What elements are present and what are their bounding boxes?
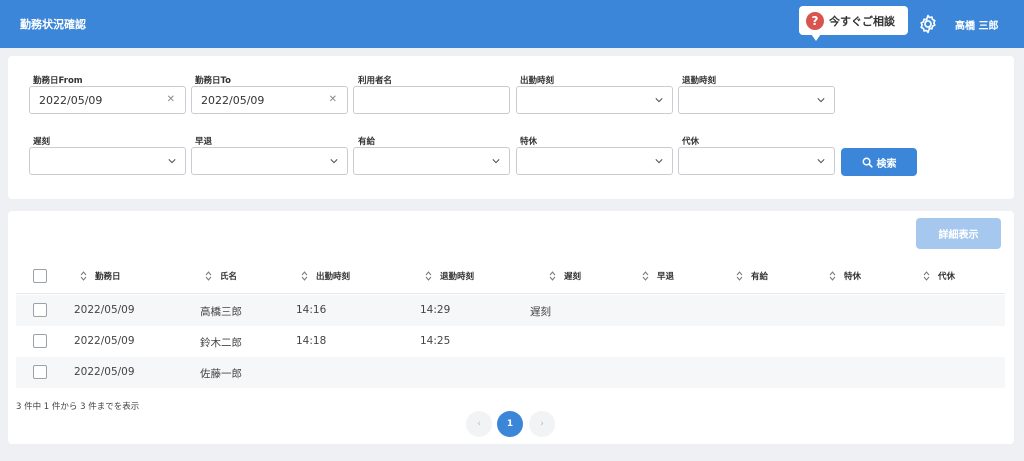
clock-out-label: 退勤時刻 — [682, 76, 717, 86]
special-leave-label: 特休 — [520, 137, 538, 147]
column-header-label: 代休 — [938, 272, 956, 282]
late-label: 遅刻 — [33, 137, 51, 147]
sort-icon — [425, 271, 432, 281]
chevron-down-icon — [817, 98, 825, 103]
date-from-value: 2022/05/09 — [39, 93, 103, 107]
clear-icon[interactable]: ✕ — [167, 94, 175, 105]
clear-icon[interactable]: ✕ — [329, 94, 337, 105]
column-header-label: 有給 — [751, 272, 769, 282]
table-row[interactable]: 2022/05/09 佐藤一郎 — [16, 357, 1005, 388]
sort-icon — [205, 271, 212, 281]
chevron-down-icon — [168, 159, 176, 164]
column-header-date[interactable]: 勤務日 — [80, 270, 121, 282]
result-count-text: 3 件中 1 件から 3 件までを表示 — [16, 402, 140, 412]
cell-name: 佐藤一郎 — [200, 368, 242, 380]
chevron-down-icon — [655, 98, 663, 103]
date-to-input[interactable]: 2022/05/09 ✕ — [191, 86, 348, 114]
user-name-input[interactable] — [353, 86, 510, 114]
gear-icon[interactable] — [917, 13, 939, 35]
cell-clock-out: 14:29 — [420, 304, 451, 316]
search-filter-panel — [8, 56, 1014, 199]
table-row[interactable]: 2022/05/09 鈴木二郎 14:18 14:25 — [16, 326, 1005, 357]
chevron-down-icon — [655, 159, 663, 164]
column-header-label: 遅刻 — [564, 272, 582, 282]
early-leave-select[interactable] — [191, 147, 348, 175]
sort-icon — [736, 271, 743, 281]
row-checkbox[interactable] — [33, 365, 47, 379]
compensatory-select[interactable] — [678, 147, 835, 175]
early-leave-label: 早退 — [195, 137, 213, 147]
sort-icon — [923, 271, 930, 281]
column-header-late[interactable]: 遅刻 — [549, 270, 581, 282]
column-header-special-leave[interactable]: 特休 — [829, 270, 861, 282]
cell-clock-out: 14:25 — [420, 335, 451, 347]
sort-icon — [642, 271, 649, 281]
column-header-early-leave[interactable]: 早退 — [642, 270, 674, 282]
date-from-label: 勤務日From — [33, 76, 83, 86]
special-leave-select[interactable] — [516, 147, 673, 175]
user-name[interactable]: 高橋 三郎 — [955, 17, 998, 32]
consult-now-label: 今すぐご相談 — [829, 14, 895, 28]
sort-icon — [549, 271, 556, 281]
cell-date: 2022/05/09 — [74, 304, 135, 316]
paid-leave-label: 有給 — [358, 137, 376, 147]
previous-page-button[interactable]: ‹ — [466, 411, 492, 437]
date-from-input[interactable]: 2022/05/09 ✕ — [29, 86, 186, 114]
clock-in-select[interactable] — [516, 86, 673, 114]
table-header: 勤務日 氏名 出勤時刻 退勤時刻 遅刻 早退 有給 特休 代休 — [16, 259, 1005, 294]
page-1-button[interactable]: 1 — [497, 411, 523, 437]
chevron-down-icon — [817, 159, 825, 164]
chevron-down-icon — [330, 159, 338, 164]
column-header-name[interactable]: 氏名 — [205, 270, 237, 282]
cell-name: 高橋三郎 — [200, 306, 242, 318]
detail-view-button[interactable]: 詳細表示 — [916, 218, 1001, 249]
cell-clock-in: 14:16 — [296, 304, 327, 316]
compensatory-label: 代休 — [682, 137, 700, 147]
page-title: 勤務状況確認 — [20, 18, 86, 31]
search-button-label: 検索 — [876, 158, 897, 170]
cell-late: 遅刻 — [530, 306, 551, 318]
cell-date: 2022/05/09 — [74, 366, 135, 378]
select-all-checkbox[interactable] — [33, 269, 47, 283]
column-header-compensatory[interactable]: 代休 — [923, 270, 955, 282]
chevron-down-icon — [492, 159, 500, 164]
column-header-label: 特休 — [844, 272, 862, 282]
column-header-paid-leave[interactable]: 有給 — [736, 270, 768, 282]
search-icon — [862, 157, 873, 168]
column-header-label: 氏名 — [220, 272, 238, 282]
clock-in-label: 出勤時刻 — [520, 76, 555, 86]
row-checkbox[interactable] — [33, 334, 47, 348]
date-to-label: 勤務日To — [195, 76, 232, 86]
sort-icon — [80, 271, 87, 281]
search-button[interactable]: 検索 — [841, 148, 917, 176]
paid-leave-select[interactable] — [353, 147, 510, 175]
column-header-clock-out[interactable]: 退勤時刻 — [425, 270, 474, 282]
column-header-label: 出勤時刻 — [316, 272, 351, 282]
cell-clock-in: 14:18 — [296, 335, 327, 347]
sort-icon — [829, 271, 836, 281]
user-name-label: 利用者名 — [358, 76, 393, 86]
question-icon: ? — [806, 11, 824, 30]
sort-icon — [301, 271, 308, 281]
date-to-value: 2022/05/09 — [201, 93, 265, 107]
column-header-label: 勤務日 — [95, 272, 121, 282]
consult-now-button[interactable]: ? 今すぐご相談 — [799, 6, 908, 41]
cell-name: 鈴木二郎 — [200, 337, 242, 349]
table-row[interactable]: 2022/05/09 高橋三郎 14:16 14:29 遅刻 — [16, 295, 1005, 326]
late-select[interactable] — [29, 147, 186, 175]
app-header: 勤務状況確認 ? 今すぐご相談 高橋 三郎 — [0, 0, 1024, 48]
row-checkbox[interactable] — [33, 303, 47, 317]
column-header-clock-in[interactable]: 出勤時刻 — [301, 270, 350, 282]
column-header-label: 退勤時刻 — [440, 272, 475, 282]
column-header-label: 早退 — [657, 272, 675, 282]
next-page-button[interactable]: › — [529, 411, 555, 437]
cell-date: 2022/05/09 — [74, 335, 135, 347]
clock-out-select[interactable] — [678, 86, 835, 114]
